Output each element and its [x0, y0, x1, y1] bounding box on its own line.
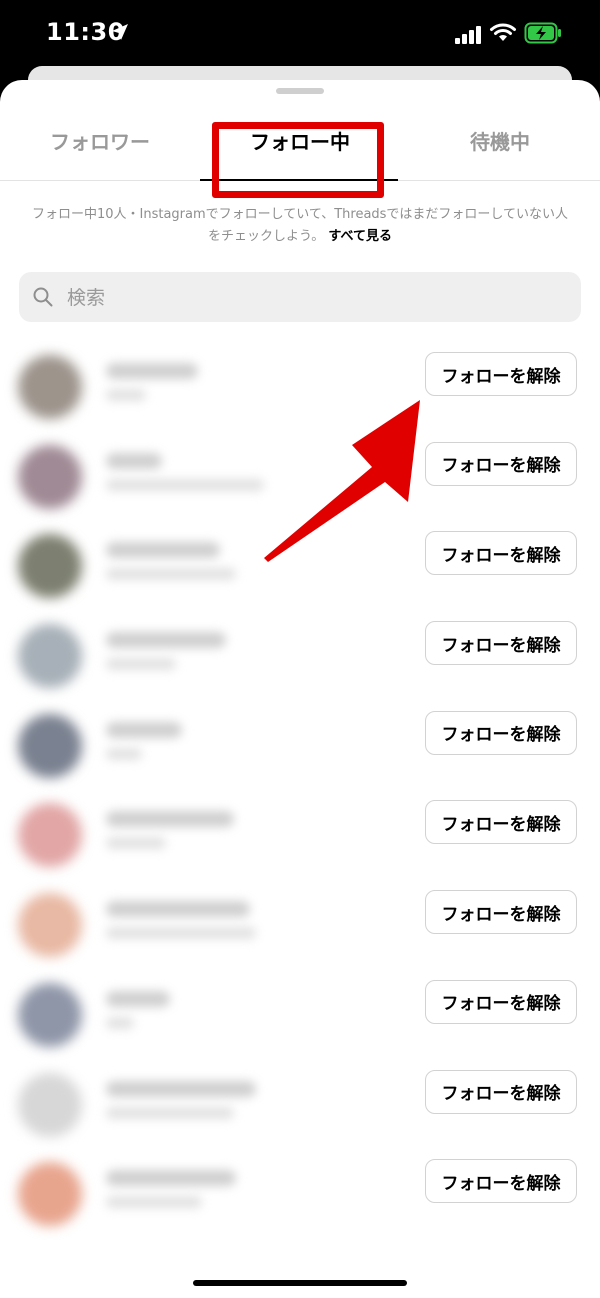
following-sheet: フォロワー フォロー中 待機中 フォロー中10人・Instagramでフォローし…: [0, 80, 600, 1298]
username-blurred: [106, 542, 220, 559]
avatar[interactable]: [18, 355, 82, 419]
avatar[interactable]: [18, 1162, 82, 1227]
sheet-grabber[interactable]: [276, 88, 324, 94]
list-item: フォローを解除: [0, 702, 600, 792]
username-blurred: [106, 721, 182, 738]
search-bar[interactable]: [19, 272, 581, 324]
location-arrow-icon: [112, 24, 128, 40]
unfollow-button[interactable]: フォローを解除: [425, 531, 577, 576]
avatar[interactable]: [18, 534, 82, 599]
avatar[interactable]: [18, 444, 82, 509]
pointer-arrow-annotation: [264, 400, 420, 562]
list-item: フォローを解除: [0, 881, 600, 971]
see-all-link[interactable]: すべて見る: [328, 229, 392, 244]
username-blurred: [106, 1170, 236, 1187]
avatar[interactable]: [18, 1072, 82, 1137]
subtitle-blurred: [106, 478, 264, 491]
subtitle-blurred: [106, 389, 146, 401]
username-blurred: [106, 452, 162, 469]
subtitle-blurred: [106, 837, 166, 850]
info-text: フォロー中10人・Instagramでフォローしていて、Threadsではまだフ…: [30, 204, 570, 248]
unfollow-button[interactable]: フォローを解除: [425, 352, 577, 396]
list-item: フォローを解除: [0, 791, 600, 881]
avatar[interactable]: [18, 713, 82, 778]
avatar[interactable]: [18, 624, 82, 689]
search-input[interactable]: [65, 272, 569, 324]
highlight-annotation-box: [212, 122, 384, 198]
list-item: フォローを解除: [0, 971, 600, 1061]
unfollow-button[interactable]: フォローを解除: [425, 621, 577, 666]
subtitle-blurred: [106, 927, 256, 940]
username-blurred: [106, 363, 198, 379]
status-bar: 11:30: [0, 0, 600, 70]
avatar[interactable]: [18, 982, 82, 1047]
username-blurred: [106, 901, 250, 918]
wifi-icon: [490, 23, 516, 41]
battery-charging-icon: [524, 22, 561, 44]
tab-pending[interactable]: 待機中: [400, 100, 600, 180]
list-item: フォローを解除: [0, 612, 600, 702]
avatar[interactable]: [18, 893, 82, 958]
list-item: フォローを解除: [0, 1150, 600, 1240]
unfollow-button[interactable]: フォローを解除: [425, 800, 577, 845]
username-blurred: [106, 990, 170, 1007]
unfollow-button[interactable]: フォローを解除: [425, 1159, 577, 1204]
username-blurred: [106, 1080, 256, 1097]
home-indicator[interactable]: [193, 1280, 407, 1286]
list-item: フォローを解除: [0, 1061, 600, 1151]
unfollow-button[interactable]: フォローを解除: [425, 710, 577, 755]
tab-followers[interactable]: フォロワー: [0, 100, 200, 180]
cellular-signal-icon: [455, 26, 481, 44]
info-description: フォロー中10人・Instagramでフォローしていて、Threadsではまだフ…: [31, 207, 569, 244]
username-blurred: [106, 632, 226, 649]
subtitle-blurred: [106, 1016, 134, 1029]
search-icon: [33, 287, 53, 307]
subtitle-blurred: [106, 1196, 202, 1209]
subtitle-blurred: [106, 658, 176, 671]
avatar[interactable]: [18, 803, 82, 868]
subtitle-blurred: [106, 1106, 234, 1119]
unfollow-button[interactable]: フォローを解除: [425, 441, 577, 486]
subtitle-blurred: [106, 747, 142, 760]
tab-bar: フォロワー フォロー中 待機中: [0, 100, 600, 198]
username-blurred: [106, 811, 234, 828]
unfollow-button[interactable]: フォローを解除: [425, 1069, 577, 1114]
unfollow-button[interactable]: フォローを解除: [425, 890, 577, 935]
unfollow-button[interactable]: フォローを解除: [425, 979, 577, 1024]
subtitle-blurred: [106, 568, 236, 581]
